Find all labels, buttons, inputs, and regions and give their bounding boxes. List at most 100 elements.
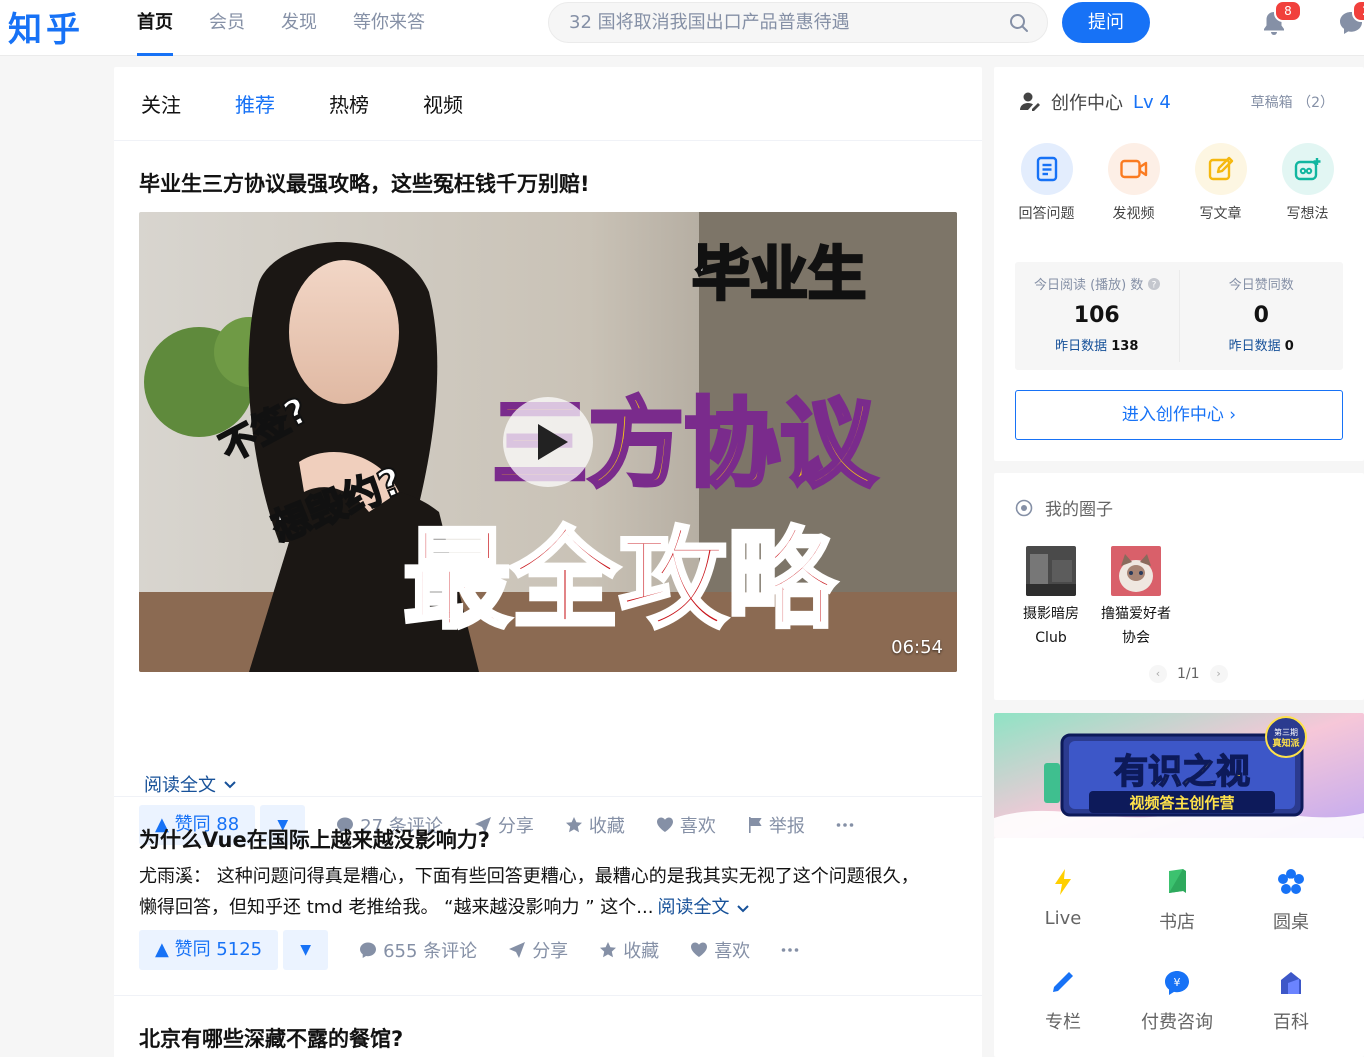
thought-icon [1281, 143, 1334, 195]
my-circles-panel: 我的圈子 摄影暗房 Club 撸猫爱好者 协会 ‹ 1/1 › [994, 473, 1364, 700]
creator-title-text: 创作中心 [1051, 93, 1123, 114]
prev-page-button[interactable]: ‹ [1149, 665, 1167, 683]
tool-answer-question[interactable]: 回答问题 [1003, 143, 1090, 223]
shortcut-label: Live [1044, 908, 1082, 929]
tab-follow[interactable]: 关注 [141, 67, 181, 140]
item-title[interactable]: 毕业生三方协议最强攻略，这些冤枉钱千万别赔! [139, 168, 590, 198]
feed-card: 关注 推荐 热榜 视频 毕业生三方协议最强攻略，这些冤枉钱千万别赔! 毕业生 三… [114, 67, 982, 1057]
answer-icon [1020, 143, 1073, 195]
heart-icon [691, 942, 708, 957]
vote-up-button[interactable]: ▲ 赞同 5125 [139, 930, 279, 970]
video-thumbnail[interactable]: 毕业生 三方协议 最全攻略 不签? 想毁约? 06:54 [139, 212, 957, 672]
tab-video[interactable]: 视频 [423, 67, 463, 140]
top-header: 知乎 首页 会员 发现 等你来答 提问 8 2 [0, 0, 1364, 56]
circle-name: 协会 [1122, 630, 1150, 646]
shortcut-paid-consult[interactable]: ¥ 付费咨询 [1132, 966, 1222, 1034]
tool-label: 发视频 [1112, 206, 1155, 222]
banner-image: 有识之视 视频答主创作营 第三期 真知派 [994, 713, 1364, 838]
zhihu-logo[interactable]: 知乎 [8, 2, 84, 51]
stat-yesterday[interactable]: 昨日数据 0 [1180, 335, 1344, 354]
tool-label: 回答问题 [1018, 206, 1075, 222]
read-more-link[interactable]: 阅读全文 [144, 771, 238, 797]
pencil-icon [1194, 143, 1247, 195]
vote-down-button[interactable]: ▼ [283, 930, 329, 970]
item-title[interactable]: 为什么Vue在国际上越来越没影响力? [139, 824, 490, 854]
more-button[interactable] [781, 947, 805, 953]
search-icon[interactable] [1009, 13, 1029, 37]
main-nav: 首页 会员 发现 等你来答 [137, 0, 461, 56]
search-input[interactable] [569, 12, 989, 33]
stat-yesterday-label: 昨日数据 [1228, 339, 1281, 354]
vote-up-label: 赞同 5125 [174, 939, 263, 960]
circle-name: Club [1035, 630, 1067, 646]
circle-name: 摄影暗房 [1023, 606, 1079, 622]
creator-icon [1020, 92, 1040, 111]
messages-button[interactable]: 2 [1338, 0, 1364, 40]
chevron-down-icon [737, 904, 750, 912]
share-button[interactable]: 分享 [508, 937, 568, 963]
feed-item: 为什么Vue在国际上越来越没影响力? 尤雨溪： 这种问题问得真是糟心，下面有些回… [114, 797, 982, 996]
shortcut-live[interactable]: Live [1018, 866, 1108, 929]
banner-title: 有识之视 [1114, 752, 1250, 792]
read-more-label: 阅读全文 [144, 775, 216, 796]
shortcut-label: 付费咨询 [1141, 1012, 1213, 1033]
creator-center-title[interactable]: 创作中心 Lv 4 [1019, 89, 1171, 115]
enter-creator-center-button[interactable]: 进入创作中心 › [1015, 390, 1343, 440]
creator-level: Lv 4 [1133, 91, 1171, 113]
tab-hot[interactable]: 热榜 [329, 67, 369, 140]
stat-yesterday-value: 138 [1111, 339, 1139, 354]
encyclopedia-icon [1281, 972, 1301, 994]
shortcut-label: 圆桌 [1273, 912, 1309, 933]
nav-discover[interactable]: 发现 [281, 0, 317, 56]
nav-home[interactable]: 首页 [137, 0, 173, 56]
creator-center-panel: 创作中心 Lv 4 草稿箱 （2） 回答问题 发视频 写文章 写想法 今日阅读 … [994, 67, 1364, 461]
shortcut-column[interactable]: 专栏 [1018, 966, 1108, 1034]
circles-title: 我的圈子 [1015, 495, 1113, 520]
like-button[interactable]: 喜欢 [690, 937, 750, 963]
banner-subtitle: 视频答主创作营 [1129, 794, 1234, 812]
comment-count: 655 条评论 [383, 941, 478, 962]
notification-bell[interactable]: 8 [1262, 0, 1302, 40]
circles-pager: ‹ 1/1 › [1139, 665, 1238, 683]
stat-value: 106 [1073, 303, 1120, 328]
drafts-link[interactable]: 草稿箱 （2） [1251, 92, 1334, 112]
next-page-button[interactable]: › [1209, 665, 1228, 683]
shortcut-label: 百科 [1273, 1012, 1309, 1033]
stat-yesterday[interactable]: 昨日数据 138 [1015, 335, 1179, 354]
stat-yesterday-value: 0 [1284, 339, 1294, 354]
item-excerpt[interactable]: 尤雨溪： 这种问题问得真是糟心，下面有些回答更糟心，最糟心的是我其实无视了这个问… [139, 861, 959, 923]
notification-badge: 8 [1274, 0, 1302, 22]
shortcut-bookstore[interactable]: 书店 [1132, 866, 1222, 934]
stat-yesterday-label: 昨日数据 [1055, 339, 1108, 354]
circle-avatar [1026, 546, 1076, 596]
search-box [548, 2, 1048, 43]
like-label: 喜欢 [714, 941, 751, 962]
item-title[interactable]: 北京有哪些深藏不露的餐馆? [139, 1023, 403, 1053]
comment-icon [360, 942, 377, 958]
promo-banner[interactable]: 有识之视 视频答主创作营 第三期 真知派 [994, 713, 1364, 838]
stat-label: 今日阅读 (播放) 数 [1033, 278, 1144, 293]
circle-ring-icon [1015, 499, 1033, 516]
stat-today-votes: 今日赞同数 0 昨日数据 0 [1178, 270, 1344, 362]
banner-tag: 第三期 [1274, 727, 1298, 737]
tool-write-thought[interactable]: 写想法 [1264, 143, 1351, 223]
nav-vip[interactable]: 会员 [209, 0, 245, 56]
comment-button[interactable]: 655 条评论 [359, 937, 477, 963]
stat-value: 0 [1253, 303, 1269, 328]
ask-question-button[interactable]: 提问 [1062, 2, 1150, 43]
nav-waiting-answers[interactable]: 等你来答 [353, 0, 425, 56]
tool-label: 写文章 [1199, 206, 1242, 222]
shortcut-roundtable[interactable]: 圆桌 [1246, 866, 1336, 934]
excerpt-line: 尤雨溪： 这种问题问得真是糟心，下面有些回答更糟心，最糟心的是我其实无视了这个问… [139, 866, 919, 887]
tool-post-video[interactable]: 发视频 [1090, 143, 1177, 223]
more-icon [781, 948, 799, 952]
shortcut-encyclopedia[interactable]: 百科 [1246, 966, 1336, 1034]
tab-recommend[interactable]: 推荐 [235, 67, 275, 140]
help-icon[interactable]: ? [1147, 278, 1160, 291]
tool-write-article[interactable]: 写文章 [1177, 143, 1264, 223]
circle-item[interactable]: 撸猫爱好者 协会 [1091, 546, 1181, 650]
favorite-button[interactable]: 收藏 [599, 937, 659, 963]
circle-item[interactable]: 摄影暗房 Club [1006, 546, 1096, 650]
play-icon[interactable] [503, 397, 593, 487]
read-more-link[interactable]: 阅读全文 [657, 892, 729, 923]
